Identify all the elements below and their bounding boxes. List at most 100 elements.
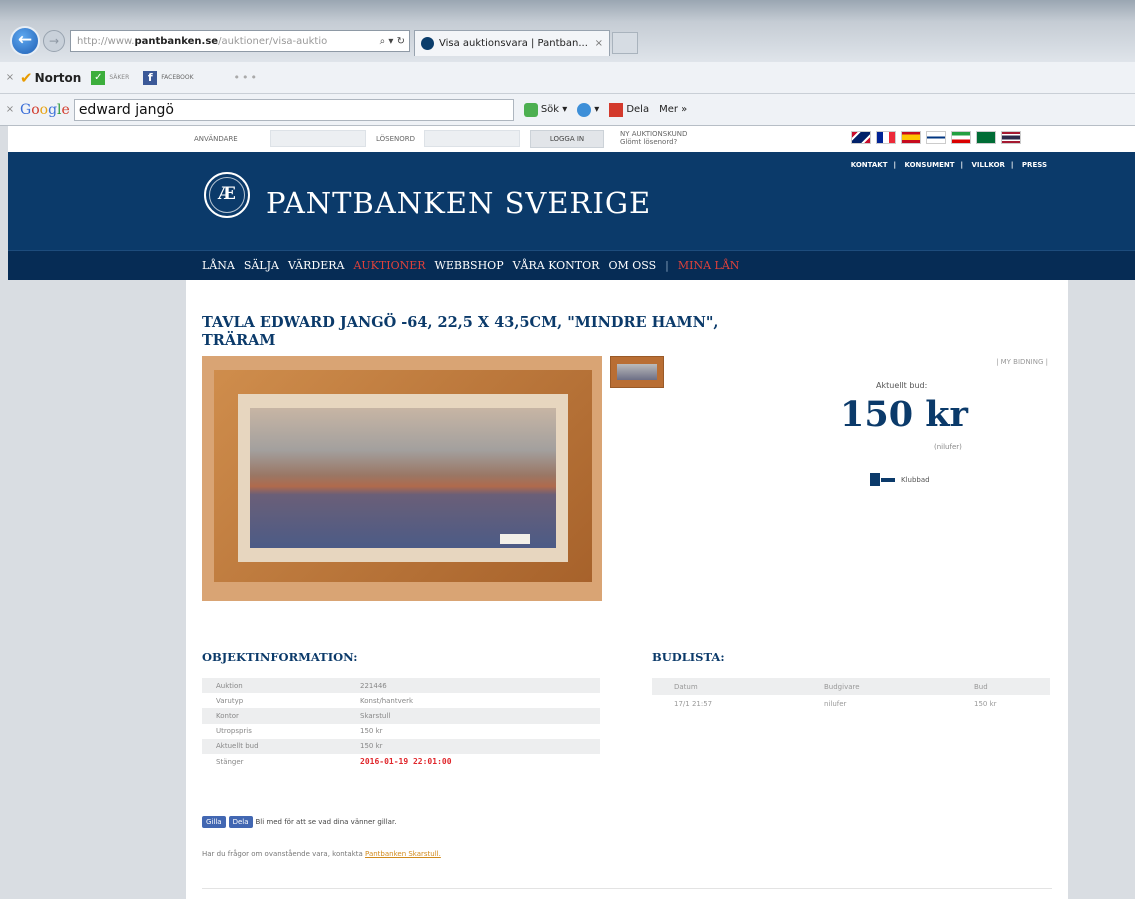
item-title: TAVLA EDWARD JANGÖ -64, 22,5 X 43,5CM, "… [202, 314, 719, 349]
objektinfo-heading: OBJEKTINFORMATION: [202, 650, 358, 664]
share-button[interactable]: Dela [609, 102, 649, 117]
objektinfo-table: Auktion 221446 Varutyp Konst/hantverk Kont… [202, 678, 600, 769]
address-bar[interactable]: http://www. pantbanken.se /auktioner/vis… [70, 30, 410, 52]
login-strip: ANVÄNDARE LÖSENORD LOGGA IN NY AUKTIONSK… [8, 126, 1135, 152]
info-label: Kontor [202, 708, 346, 724]
price-sticker [500, 534, 530, 544]
nav-item-webbshop[interactable]: WEBBSHOP [435, 259, 504, 272]
customer-links: NY AUKTIONSKUND Glömt lösenord? [620, 130, 687, 146]
url-path: /auktioner/visa-auktio [218, 35, 328, 47]
flag-spain-icon[interactable] [901, 131, 921, 144]
address-tools[interactable]: ⌕ ▾ ↻ [380, 36, 409, 47]
share-icon [609, 102, 624, 117]
facebook-share-button[interactable]: Dela [228, 816, 253, 828]
top-link-separator: | [893, 161, 897, 169]
flag-uk-icon[interactable] [851, 131, 871, 144]
painting-main-image[interactable] [202, 356, 602, 601]
facebook-text: FACEBOOK [161, 74, 194, 81]
new-tab-button[interactable] [612, 32, 638, 54]
nav-item-mina-lan[interactable]: MINA LÅN [678, 259, 740, 272]
password-label: LÖSENORD [376, 135, 416, 143]
web-page: ANVÄNDARE LÖSENORD LOGGA IN NY AUKTIONSK… [8, 126, 1135, 899]
forgot-password-link[interactable]: Glömt lösenord? [620, 138, 687, 146]
contact-office-link[interactable]: Pantbanken Skarstull. [365, 850, 441, 858]
language-flags [851, 131, 1021, 144]
table-row: Auktion 221446 [202, 678, 600, 694]
link-villkor[interactable]: VILLKOR [972, 161, 1005, 169]
flag-france-icon[interactable] [876, 131, 896, 144]
brand-name[interactable]: PANTBANKEN SVERIGE [266, 186, 651, 220]
column-header-datum: Datum [652, 678, 802, 695]
pantbanken-favicon-icon [421, 37, 434, 50]
globe-icon [577, 102, 592, 117]
nav-item-om-oss[interactable]: OM OSS [608, 259, 656, 272]
link-konsument[interactable]: KONSUMENT [904, 161, 954, 169]
column-header-bud: Bud [952, 678, 1050, 695]
forward-button[interactable]: → [43, 30, 65, 52]
my-bids-link[interactable]: | MY BIDNING | [996, 358, 1048, 366]
safe-web-badge[interactable]: ✓ SÄKER [91, 70, 129, 85]
google-logo: Google [20, 101, 70, 118]
link-press[interactable]: PRESS [1022, 161, 1047, 169]
info-value: 221446 [346, 678, 600, 694]
nav-item-vardera[interactable]: VÄRDERA [288, 259, 345, 272]
norton-label: Norton [34, 70, 82, 85]
top-link-separator: | [1010, 161, 1014, 169]
contact-text: Har du frågor om ovanstående vara, konta… [202, 850, 366, 858]
user-label: ANVÄNDARE [194, 135, 238, 143]
bid-amount: 150 kr [974, 699, 997, 708]
link-kontakt[interactable]: KONTAKT [851, 161, 888, 169]
top-link-separator: | [960, 161, 964, 169]
info-label: Aktuellt bud [202, 738, 346, 754]
flag-iran-icon[interactable] [951, 131, 971, 144]
painting-thumbnail[interactable] [610, 356, 664, 388]
flag-saudi-icon[interactable] [976, 131, 996, 144]
auction-item-content: TAVLA EDWARD JANGÖ -64, 22,5 X 43,5CM, "… [186, 280, 1068, 899]
pantbanken-seal-logo[interactable]: Æ [204, 172, 250, 218]
tab-visa-auktionsvara[interactable]: Visa auktionsvara | Pantban... × [414, 30, 610, 56]
login-button[interactable]: LOGGA IN [530, 130, 604, 148]
tab-title: Visa auktionsvara | Pantban... [439, 38, 588, 49]
toolbar-more-dots[interactable]: ••• [234, 71, 259, 84]
flag-thailand-icon[interactable] [1001, 131, 1021, 144]
google-search-button[interactable]: Sök ▾ [523, 102, 568, 117]
table-row: Utropspris 150 kr [202, 724, 600, 739]
table-row: 17/1 21:57 nilufer 150 kr [652, 695, 1050, 712]
nav-item-vara-kontor[interactable]: VÅRA KONTOR [513, 259, 600, 272]
bid-list-table: Datum Budgivare Bud 17/1 21:57 nilufer 1… [652, 678, 1050, 712]
tab-close-icon[interactable]: × [595, 38, 603, 49]
nav-item-lana[interactable]: LÅNA [202, 259, 235, 272]
table-row: Aktuellt bud 150 kr [202, 738, 600, 754]
info-value: Skarstull [346, 708, 600, 724]
harbour-painting [250, 408, 556, 548]
norton-check-icon: ✔ [20, 68, 33, 87]
current-bid-label: Aktuellt bud: [876, 381, 928, 390]
closing-time: 2016-01-19 22:01:00 [360, 757, 452, 767]
globe-menu-button[interactable]: ▾ [577, 102, 600, 117]
password-field[interactable] [424, 130, 520, 147]
sok-label: Sök ▾ [540, 104, 568, 115]
facebook-badge[interactable]: f FACEBOOK [143, 70, 194, 85]
nav-item-salja[interactable]: SÄLJA [244, 259, 279, 272]
info-label: Stänger [216, 757, 244, 766]
facebook-share-row: Gilla Dela Bli med för att se vad dina v… [202, 816, 396, 828]
more-button[interactable]: Mer » [659, 104, 687, 115]
table-row: Varutyp Konst/hantverk [202, 693, 600, 708]
norton-button[interactable]: ✔ Norton [20, 69, 81, 87]
facebook-like-button[interactable]: Gilla [202, 816, 226, 828]
site-header: Æ PANTBANKEN SVERIGE KONTAKT | KONSUMENT |… [8, 152, 1135, 250]
gavel-handle [881, 477, 895, 482]
browser-titlebar: ← → http://www. pantbanken.se /auktioner… [0, 0, 1135, 62]
painting-frame [214, 370, 592, 582]
new-customer-link[interactable]: NY AUKTIONSKUND [620, 130, 687, 138]
username-field[interactable] [270, 130, 366, 147]
bid-box: | MY BIDNING | Aktuellt bud: 150 kr (nil… [786, 356, 1056, 496]
top-links: KONTAKT | KONSUMENT | VILLKOR | PRESS [848, 161, 1050, 169]
toolbar-close-icon[interactable]: × [0, 72, 20, 83]
nav-item-auktioner[interactable]: AUKTIONER [353, 259, 425, 272]
google-toolbar-close-icon[interactable]: × [0, 104, 20, 115]
google-search-input[interactable] [73, 98, 514, 121]
globe-dropdown-label: ▾ [594, 104, 600, 115]
flag-finland-icon[interactable] [926, 131, 946, 144]
back-button[interactable]: ← [10, 26, 40, 56]
